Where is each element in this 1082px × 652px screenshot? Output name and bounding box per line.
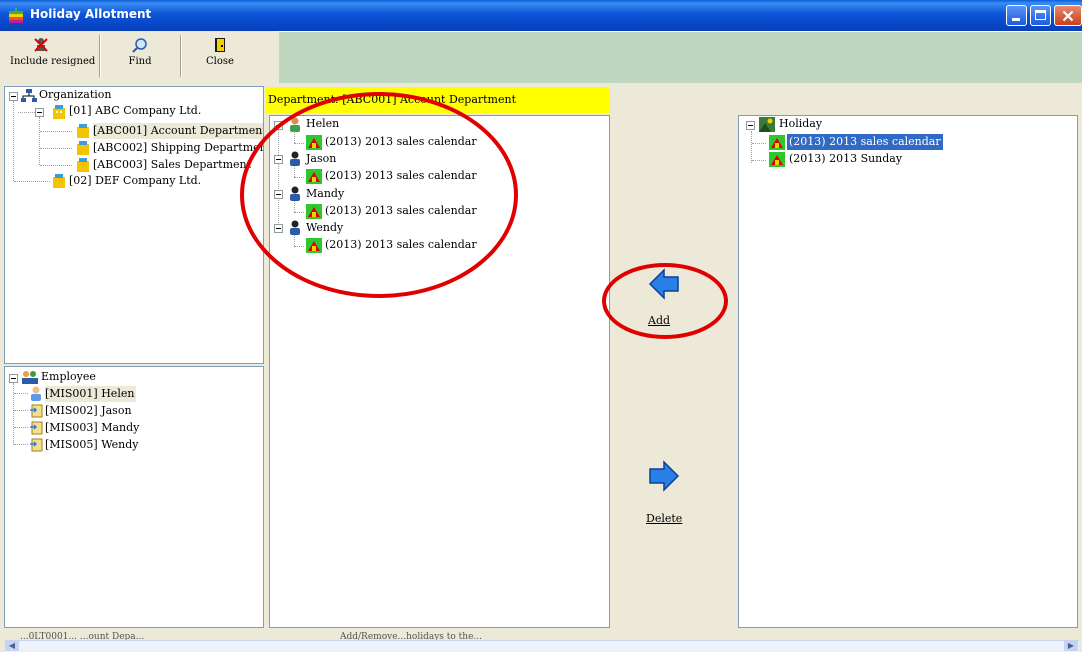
app-icon	[9, 8, 23, 23]
scroll-right-button[interactable]: ▶	[1064, 640, 1078, 651]
maximize-button[interactable]	[1030, 5, 1051, 26]
person-icon	[290, 151, 300, 166]
minimize-button[interactable]	[1006, 5, 1027, 26]
tree-root-organization[interactable]: Organization	[39, 87, 111, 103]
collapse-toggle[interactable]	[35, 108, 44, 117]
window-title: Holiday Allotment	[30, 7, 152, 21]
title-bar: Holiday Allotment	[0, 0, 1082, 31]
building-icon	[53, 174, 65, 188]
find-button[interactable]: Find	[120, 33, 160, 77]
calendar-holiday-icon	[306, 238, 322, 253]
calendar-holiday-icon	[306, 135, 322, 150]
person-icon	[290, 117, 300, 132]
door-exit-icon	[215, 38, 225, 52]
calendar-node[interactable]: (2013) 2013 sales calendar	[325, 203, 477, 219]
employee-node-wendy[interactable]: Wendy	[306, 220, 343, 236]
search-icon	[132, 38, 147, 53]
add-label[interactable]: Add	[648, 314, 670, 327]
tree-root-employee[interactable]: Employee	[41, 369, 96, 385]
organization-tree[interactable]: Organization [01] ABC Company Ltd. [ABC0…	[4, 86, 264, 364]
calendar-holiday-icon	[306, 169, 322, 184]
tree-employee-mis003[interactable]: [MIS003] Mandy	[45, 420, 139, 436]
tree-employee-mis005[interactable]: [MIS005] Wendy	[45, 437, 138, 453]
calendar-holiday-icon	[769, 152, 785, 167]
holiday-item-sales-calendar[interactable]: (2013) 2013 sales calendar	[786, 133, 944, 151]
collapse-toggle[interactable]	[9, 374, 18, 383]
tree-dept-abc002[interactable]: [ABC002] Shipping Department	[93, 140, 263, 156]
scroll-left-button[interactable]: ◀	[5, 640, 19, 651]
horizontal-scrollbar[interactable]	[5, 640, 1079, 652]
person-move-icon	[30, 438, 43, 452]
holiday-item-sunday[interactable]: (2013) 2013 Sunday	[789, 151, 902, 167]
employees-icon	[22, 371, 38, 384]
tree-root-holiday[interactable]: Holiday	[779, 116, 822, 132]
person-move-icon	[30, 421, 43, 435]
building-icon	[77, 124, 89, 138]
building-icon	[77, 141, 89, 155]
collapse-toggle[interactable]	[274, 121, 283, 130]
building-icon	[53, 105, 65, 119]
collapse-toggle[interactable]	[9, 92, 18, 101]
tree-employee-mis001[interactable]: [MIS001] Helen	[45, 386, 137, 402]
toolbar-spacer	[279, 31, 1082, 83]
tree-company-abc[interactable]: [01] ABC Company Ltd.	[69, 103, 201, 119]
employee-node-mandy[interactable]: Mandy	[306, 186, 344, 202]
employee-node-jason[interactable]: Jason	[306, 151, 336, 167]
person-icon	[31, 386, 41, 401]
employee-tree[interactable]: Employee [MIS001] Helen [MIS002] Jason […	[4, 366, 264, 628]
person-icon	[290, 220, 300, 235]
organization-icon	[21, 89, 37, 102]
tree-company-def[interactable]: [02] DEF Company Ltd.	[69, 173, 201, 189]
collapse-toggle[interactable]	[274, 190, 283, 199]
resigned-person-icon	[34, 38, 48, 52]
delete-button[interactable]	[646, 458, 682, 494]
department-header: Department: [ABC001] Account Department	[266, 87, 610, 113]
calendar-holiday-icon	[306, 204, 322, 219]
department-holiday-tree[interactable]: Helen (2013) 2013 sales calendar Jason (…	[269, 115, 610, 628]
calendar-holiday-icon	[769, 135, 785, 150]
building-icon	[77, 158, 89, 172]
tree-dept-abc001[interactable]: [ABC001] Account Department	[93, 123, 263, 139]
arrow-right-icon	[649, 460, 680, 492]
collapse-toggle[interactable]	[274, 224, 283, 233]
calendar-node[interactable]: (2013) 2013 sales calendar	[325, 168, 477, 184]
employee-node-helen[interactable]: Helen	[306, 116, 339, 132]
person-icon	[290, 186, 300, 201]
close-window-button[interactable]	[1054, 5, 1082, 26]
include-resigned-button[interactable]: Include resigned	[10, 33, 95, 77]
holiday-tree[interactable]: Holiday (2013) 2013 sales calendar (2013…	[738, 115, 1078, 628]
person-move-icon	[30, 404, 43, 418]
delete-label[interactable]: Delete	[646, 512, 682, 525]
tree-dept-abc003[interactable]: [ABC003] Sales Department	[93, 157, 251, 173]
holiday-photo-icon	[759, 117, 775, 132]
close-button[interactable]: Close	[200, 33, 240, 77]
add-button[interactable]	[646, 266, 682, 302]
collapse-toggle[interactable]	[746, 121, 755, 130]
calendar-node[interactable]: (2013) 2013 sales calendar	[325, 237, 477, 253]
calendar-node[interactable]: (2013) 2013 sales calendar	[325, 134, 477, 150]
collapse-toggle[interactable]	[274, 155, 283, 164]
arrow-left-icon	[648, 268, 679, 300]
tree-employee-mis002[interactable]: [MIS002] Jason	[45, 403, 132, 419]
